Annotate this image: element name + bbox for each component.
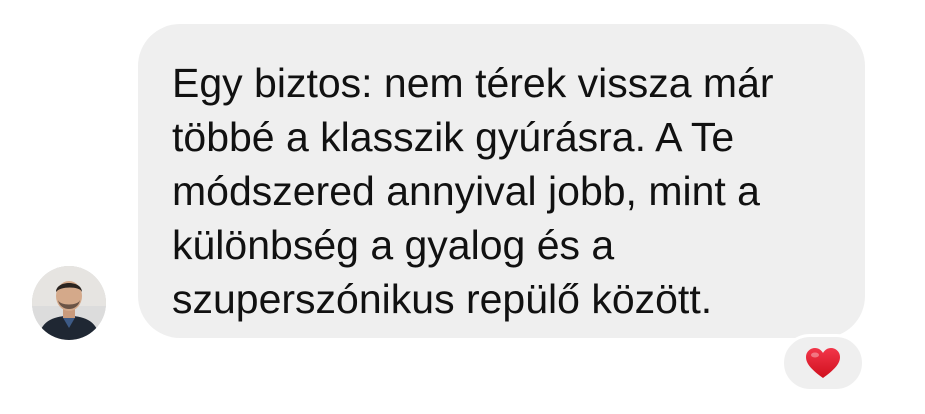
message-bubble[interactable]: Egy biztos: nem térek vissza már többé a… [138,24,865,338]
message-line: szuperszónikus repülő között. [172,276,713,322]
message-line: módszered annyival jobb, mint a [172,168,760,214]
message-line: különbség a gyalog és a [172,222,615,268]
message-line: Egy biztos: nem térek vissza már [172,60,774,106]
avatar-photo [32,266,106,340]
reaction-badge[interactable] [781,334,865,392]
avatar[interactable] [32,266,106,340]
heart-icon [806,348,840,378]
message-text: Egy biztos: nem térek vissza már többé a… [172,56,845,326]
message-line: többé a klasszik gyúrásra. A Te [172,114,735,160]
